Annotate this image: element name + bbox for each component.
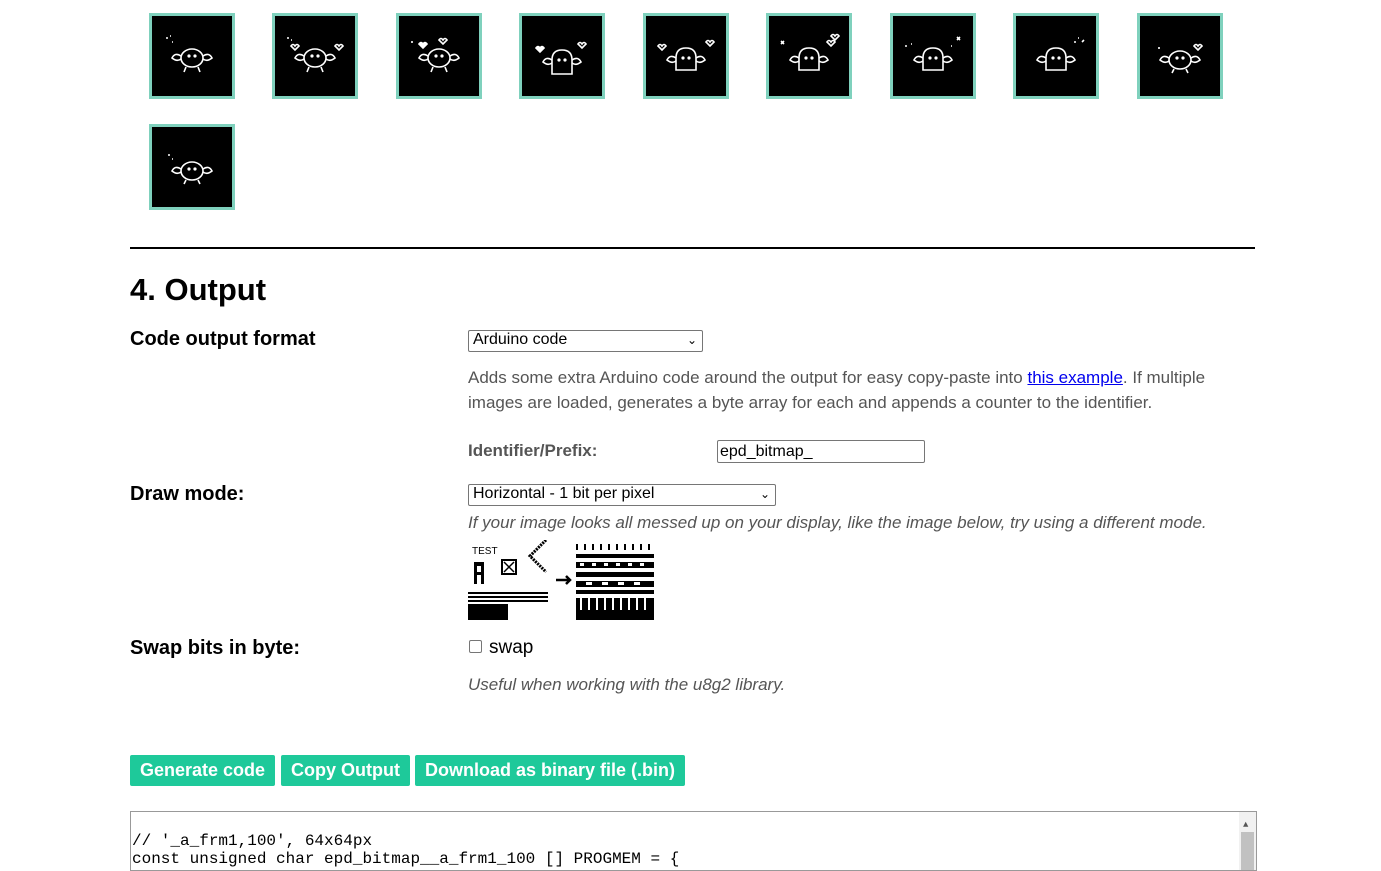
frame-thumbnail[interactable] [1137, 13, 1223, 99]
swap-bits-label: Swap bits in byte: [130, 637, 301, 659]
code-output-format-label: Code output format [130, 328, 316, 350]
chevron-down-icon: ⌄ [686, 333, 697, 347]
section-title: 4. Output [130, 272, 267, 307]
copy-output-button[interactable]: Copy Output [281, 755, 410, 786]
code-output-format-value: Arduino code [473, 331, 568, 348]
scrollbar-thumb[interactable] [1241, 832, 1254, 870]
draw-mode-hint: If your image looks all messed up on you… [468, 513, 1207, 532]
frame-thumbnail[interactable] [149, 13, 235, 99]
swap-checkbox[interactable] [469, 640, 482, 653]
frame-thumbnail[interactable] [519, 13, 605, 99]
frame-thumbnail[interactable] [1013, 13, 1099, 99]
chevron-down-icon: ⌄ [759, 487, 770, 501]
this-example-link[interactable]: this example [1027, 368, 1122, 387]
draw-mode-select[interactable]: Horizontal - 1 bit per pixel ⌄ [468, 484, 776, 506]
frame-thumbnail[interactable] [149, 124, 235, 210]
draw-mode-label: Draw mode: [130, 483, 245, 505]
identifier-input[interactable] [717, 440, 925, 463]
section-divider [130, 247, 1255, 249]
frame-thumbnail[interactable] [643, 13, 729, 99]
draw-mode-value: Horizontal - 1 bit per pixel [473, 485, 655, 502]
swap-bits-hint: Useful when working with the u8g2 librar… [468, 675, 786, 694]
frame-thumbnail[interactable] [396, 13, 482, 99]
frame-thumbnail[interactable] [890, 13, 976, 99]
code-line: // '_a_frm1,100', 64x64px [132, 832, 373, 850]
code-output-description-text: Adds some extra Arduino code around the … [468, 368, 1028, 387]
swap-checkbox-label[interactable]: swap [489, 637, 533, 659]
code-output-textarea[interactable]: // '_a_frm1,100', 64x64px const unsigned … [130, 811, 1257, 871]
code-output-format-select[interactable]: Arduino code ⌄ [468, 330, 703, 352]
frame-thumbnail[interactable] [766, 13, 852, 99]
code-line: const unsigned char epd_bitmap__a_frm1_1… [132, 850, 680, 868]
draw-mode-example-image: TEST [468, 540, 654, 620]
textarea-scrollbar[interactable]: ▲ [1239, 812, 1256, 870]
example-test-text: TEST [472, 546, 498, 557]
generate-code-button[interactable]: Generate code [130, 755, 275, 786]
download-binary-button[interactable]: Download as binary file (.bin) [415, 755, 685, 786]
code-output-description: Adds some extra Arduino code around the … [468, 365, 1268, 415]
code-output-description-end: . If multiple [1122, 368, 1206, 387]
code-output-description-line2: images are loaded, generates a byte arra… [468, 393, 1153, 412]
identifier-label: Identifier/Prefix: [468, 441, 598, 460]
frame-thumbnail[interactable] [272, 13, 358, 99]
